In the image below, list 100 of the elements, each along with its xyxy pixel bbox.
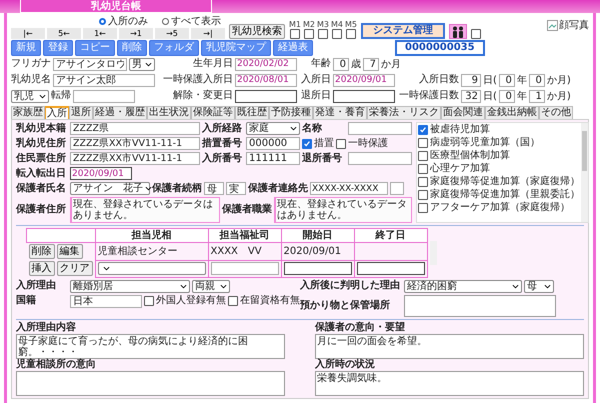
tab[interactable]: 既往歴 [235,106,269,119]
guardian-name-select[interactable]: アサイン 花子 [70,182,150,195]
transfer-date-field[interactable]: 2020/09/01 [70,167,132,180]
furigana-field[interactable]: アサインタロウ [53,58,127,70]
discharge-number-field[interactable] [348,152,412,165]
days-field[interactable]: 9 [461,74,481,86]
discharge-date-field[interactable] [333,90,395,102]
address-field[interactable]: ZZZZ県XX市VV11-11-1 [70,137,200,150]
mark-checkbox[interactable] [318,29,328,39]
temp-admission-date-field[interactable]: 2020/08/01 [235,74,297,86]
tab[interactable]: 予防接種 [269,106,313,119]
person-select[interactable]: 母 [524,280,554,292]
note-field[interactable] [16,370,285,396]
mark-checkbox[interactable] [290,29,300,39]
filter-radio[interactable]: 入所のみ [99,16,148,27]
facility-name-field[interactable] [348,122,412,135]
tab[interactable]: 家族歴 [11,106,45,119]
category-select[interactable]: 乳児 [11,90,49,102]
age-months-field[interactable]: 7 [363,58,379,70]
route-select[interactable]: 家庭 [246,122,300,135]
mark-checkbox[interactable] [304,29,314,39]
allowance-checkbox[interactable]: アフターケア加算（家庭復帰） [418,202,580,214]
nav-button[interactable]: →| [191,28,225,39]
foreign-registration-checkbox[interactable]: 外国人登録有無 [144,295,226,307]
reason-select[interactable]: 離婚別居 [70,280,190,292]
note-field[interactable]: 母子家庭にて育ったが、母の病気により経済的に困窮。・・・・ [16,334,285,358]
tab[interactable]: 面会関連 [441,106,485,119]
field-label: 転帰 [51,90,71,102]
tab[interactable]: 栄養法・リスク [367,106,441,119]
admission-number-field[interactable]: 111111 [246,152,300,165]
domicile-field[interactable]: ZZZZ県 [70,122,200,135]
people-button[interactable] [449,24,467,39]
allowance-checkbox[interactable]: 心理ケア加算 [418,163,580,175]
nav-button[interactable]: 5← [47,28,81,39]
unit-label: 日( [483,90,497,103]
start-date-field[interactable] [284,262,352,275]
scrollbar[interactable] [581,123,588,222]
office-select[interactable] [98,262,206,275]
nav-button[interactable]: →1 [119,28,153,39]
nationality-field[interactable]: 日本 [70,294,142,308]
contact-field[interactable] [390,182,404,195]
temp-protection-checkbox[interactable]: 一時保護 [336,138,388,150]
nav-button[interactable]: 1← [83,28,117,39]
release-date-field[interactable] [235,90,297,102]
nav-button[interactable]: →5 [155,28,189,39]
outcome-field[interactable] [73,90,135,102]
tab[interactable]: 金銭出納帳 [485,106,539,119]
years-field[interactable]: 0 [498,90,515,102]
mark-checkbox[interactable] [346,29,356,39]
filter-radio[interactable]: すべて表示 [162,16,221,27]
years-field[interactable]: 0 [498,74,515,86]
search-button[interactable]: 乳幼児検索 [229,24,285,39]
reason-select[interactable]: 経済的困窮 [404,280,522,292]
residence-status-checkbox[interactable]: 在留資格有無 [228,295,300,307]
mark-checkbox[interactable] [332,29,342,39]
allowance-checkbox[interactable]: 家庭復帰等促進加算（家庭復帰） [418,176,580,188]
row-button[interactable]: 挿入 [28,261,54,276]
tab[interactable]: 発達・養育 [313,106,367,119]
months-field[interactable]: 0 [528,74,545,86]
relation-field[interactable]: 母 [204,182,224,195]
placement-number-field[interactable]: 000000 [246,137,300,150]
allowance-checkbox[interactable]: 被虐待児加算 [418,124,580,136]
field-label: 入所経路 [202,122,243,134]
resident-address-field[interactable]: ZZZZ県XX市VV11-11-1 [70,152,200,165]
tab[interactable]: 保険証等 [191,106,235,119]
guardian-address-field[interactable]: 現在、登録されているデータはありません。 [70,197,220,223]
nav-button[interactable]: |← [11,28,45,39]
contact-field[interactable]: XXXX-XX-XXXX [310,182,388,195]
tab[interactable]: 出生状況 [147,106,191,119]
note-field[interactable]: 月に一回の面会を希望。 [315,334,584,358]
checkbox[interactable] [471,29,481,39]
field-label: フリガナ [11,58,51,70]
placement-checkbox[interactable]: 措置 [302,138,334,150]
row-button[interactable]: 削除 [28,244,54,259]
days-field[interactable]: 32 [461,90,481,102]
admission-date-field[interactable]: 2020/09/01 [333,74,395,86]
allowance-checkbox[interactable]: 病虚弱等児童加算（国） [418,137,580,149]
caret-icon [102,266,110,271]
allowance-checkbox[interactable]: 家庭復帰等促進加算（里親委託） [418,189,580,201]
system-admin-button[interactable]: システム管理 [361,23,445,39]
allowance-checkbox[interactable]: 医療型個体制加算 [418,150,580,162]
tab[interactable]: 入所 [45,106,69,119]
tab[interactable]: 経過・履歴 [93,106,147,119]
belongings-field[interactable] [404,294,556,316]
note-field[interactable]: 栄養失調気味。 [315,370,584,396]
row-button[interactable]: クリア [56,261,92,276]
row-button[interactable]: 編集 [56,244,82,259]
worker-field[interactable] [210,262,278,275]
relation-type-field[interactable]: 実 [226,182,246,195]
person-select[interactable]: 両親 [192,280,230,292]
end-date-field[interactable] [356,262,424,275]
tab[interactable]: 退所 [69,106,93,119]
sex-select[interactable]: 男 [129,58,155,70]
tab[interactable]: その他 [539,106,573,119]
birth-date-field[interactable]: 2020/02/02 [235,58,297,70]
age-years-field[interactable]: 0 [333,58,349,70]
guardian-job-field[interactable]: 現在、登録されているデータはありません。 [274,197,412,223]
name-field[interactable]: アサイン太郎 [53,74,155,86]
scrollbar[interactable] [430,240,436,265]
months-field[interactable]: 1 [528,90,545,102]
